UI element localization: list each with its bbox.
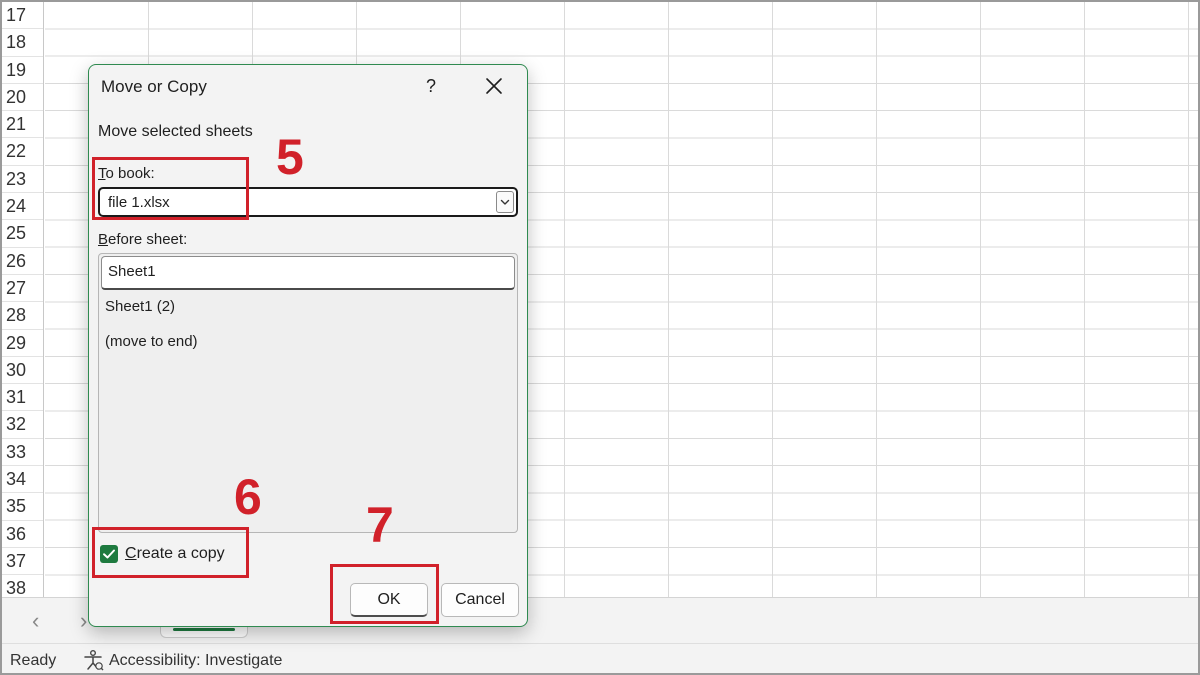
- status-bar: Ready Accessibility: Investigate: [0, 643, 1200, 675]
- row-header[interactable]: 29: [2, 330, 43, 357]
- annotation-step-number: 6: [234, 469, 262, 525]
- status-ready-text: Ready: [10, 652, 57, 669]
- row-header[interactable]: 35: [2, 493, 43, 521]
- row-header[interactable]: 23: [2, 166, 43, 194]
- cancel-button[interactable]: Cancel: [441, 583, 519, 617]
- row-header[interactable]: 17: [2, 2, 43, 30]
- before-sheet-list[interactable]: Sheet1 Sheet1 (2) (move to end): [98, 253, 518, 533]
- dropdown-button[interactable]: [496, 191, 514, 213]
- access-key: B: [98, 231, 109, 248]
- row-header[interactable]: 34: [2, 466, 43, 494]
- help-button[interactable]: ?: [419, 73, 443, 99]
- row-header[interactable]: 28: [2, 302, 43, 330]
- previous-sheet-icon[interactable]: ‹: [32, 608, 39, 634]
- next-sheet-icon[interactable]: ›: [80, 608, 87, 634]
- row-header[interactable]: 19: [2, 57, 43, 84]
- row-headers: 17 18 19 20 21 22 23 24 25 26 27 28 29 3…: [2, 2, 44, 597]
- annotation-box-ok: [330, 564, 439, 624]
- row-header[interactable]: 31: [2, 384, 43, 412]
- row-header[interactable]: 30: [2, 357, 43, 385]
- dialog-subtitle: Move selected sheets: [98, 123, 253, 140]
- accessibility-icon[interactable]: [82, 649, 104, 671]
- row-header[interactable]: 36: [2, 521, 43, 548]
- chevron-down-icon: [500, 199, 510, 205]
- list-item[interactable]: (move to end): [99, 325, 517, 359]
- list-item[interactable]: Sheet1 (2): [99, 290, 517, 324]
- annotation-step-number: 7: [366, 497, 394, 553]
- row-header[interactable]: 38: [2, 575, 43, 597]
- list-item[interactable]: Sheet1: [101, 256, 515, 290]
- row-header[interactable]: 27: [2, 275, 43, 303]
- before-sheet-label: Before sheet:: [98, 231, 187, 248]
- row-header[interactable]: 22: [2, 138, 43, 166]
- annotation-step-number: 5: [276, 129, 304, 185]
- active-tab-indicator: [173, 628, 235, 631]
- label-text: efore sheet:: [108, 231, 188, 248]
- row-header[interactable]: 37: [2, 548, 43, 576]
- dialog-title: Move or Copy: [101, 77, 207, 96]
- annotation-box-to-book: [92, 157, 249, 220]
- row-header[interactable]: 32: [2, 411, 43, 439]
- row-header[interactable]: 25: [2, 220, 43, 248]
- accessibility-status[interactable]: Accessibility: Investigate: [109, 652, 282, 670]
- row-header[interactable]: 18: [2, 29, 43, 57]
- close-icon[interactable]: [481, 73, 507, 99]
- row-header[interactable]: 20: [2, 84, 43, 112]
- row-header[interactable]: 33: [2, 439, 43, 467]
- row-header[interactable]: 21: [2, 111, 43, 139]
- row-header[interactable]: 26: [2, 248, 43, 275]
- row-header[interactable]: 24: [2, 193, 43, 221]
- annotation-box-create-copy: [92, 527, 249, 578]
